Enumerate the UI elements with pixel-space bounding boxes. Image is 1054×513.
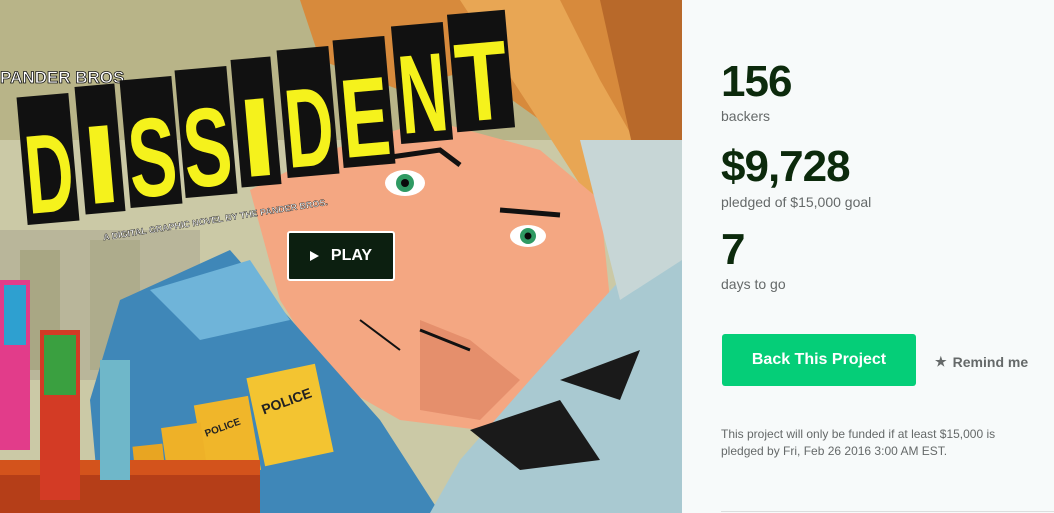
remind-me-label: Remind me [952, 354, 1029, 370]
backers-label: backers [721, 108, 771, 124]
days-label: days to go [721, 276, 786, 292]
back-this-project-button[interactable]: Back This Project [722, 334, 916, 386]
backers-count: 156 [721, 57, 792, 106]
project-stats: 156 backers $9,728 pledged of $15,000 go… [682, 0, 1054, 513]
play-icon [309, 251, 319, 261]
pledged-label: pledged of $15,000 goal [721, 194, 872, 210]
project-video[interactable]: POLICE POLICE PANDER BROS. D I S S I D E… [0, 0, 682, 513]
star-icon: ★ [935, 354, 947, 369]
play-label: PLAY [330, 247, 373, 264]
pledged-amount: $9,728 [721, 142, 851, 191]
divider [721, 511, 1054, 512]
days-remaining: 7 [721, 225, 746, 274]
funding-notice: This project will only be funded if at l… [721, 427, 996, 458]
remind-me-button[interactable]: ★ Remind me [935, 354, 1028, 370]
play-button[interactable]: PLAY [287, 231, 395, 281]
svg-text:T: T [451, 17, 514, 146]
